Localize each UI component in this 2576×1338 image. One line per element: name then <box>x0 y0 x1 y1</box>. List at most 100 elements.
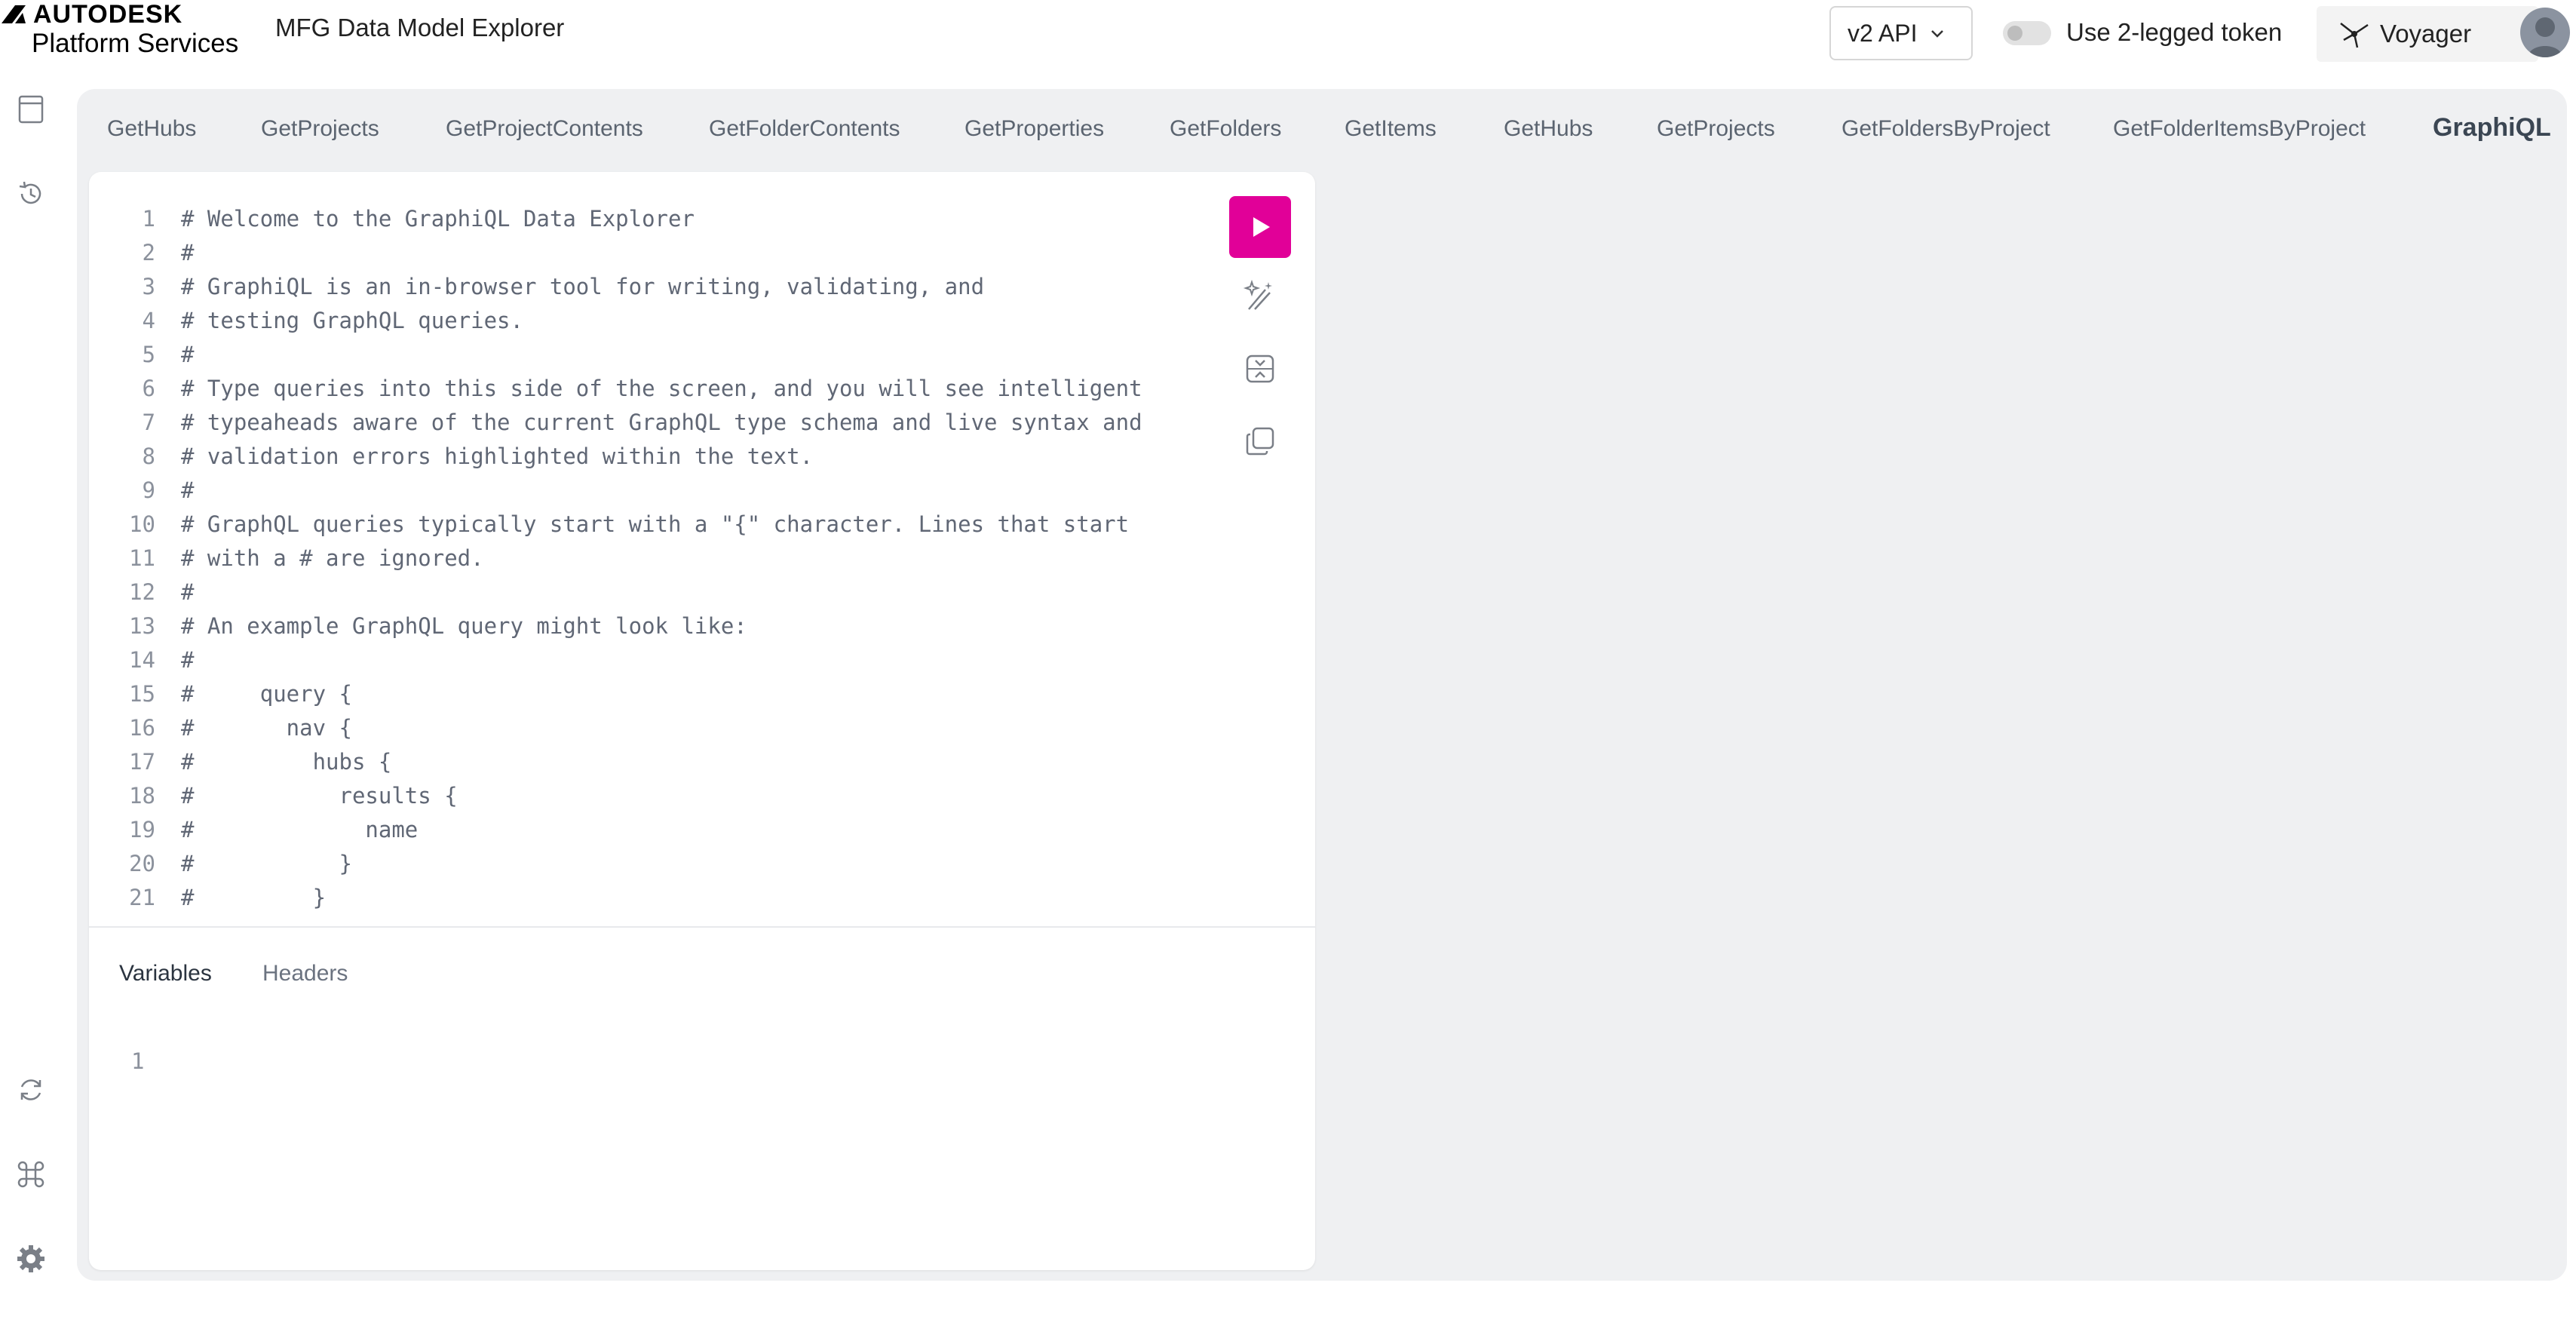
history-icon[interactable] <box>14 176 48 211</box>
query-editor[interactable]: 1 # Welcome to the GraphiQL Data Explorer… <box>110 202 1142 915</box>
code-line: 18 # results { <box>110 779 1142 813</box>
tab-gethubs-2[interactable]: GetHubs <box>1504 116 1593 142</box>
line-number: 6 <box>142 376 155 401</box>
variables-line-number: 1 <box>131 1048 145 1074</box>
tab-getfoldersbyproject[interactable]: GetFoldersByProject <box>1842 116 2050 142</box>
docs-icon[interactable] <box>14 92 48 127</box>
tab-getproperties[interactable]: GetProperties <box>964 116 1104 142</box>
code-text: # results { <box>181 783 458 809</box>
tab-getitems[interactable]: GetItems <box>1345 116 1437 142</box>
line-number: 21 <box>129 885 155 910</box>
code-line: 10 # GraphQL queries typically start with… <box>110 508 1142 542</box>
toggle-knob <box>2007 26 2022 41</box>
query-tabs: GetHubs GetProjects GetProjectContents G… <box>77 89 2567 173</box>
code-line: 17 # hubs { <box>110 745 1142 779</box>
line-number: 12 <box>129 579 155 605</box>
code-line: 11 # with a # are ignored. <box>110 542 1142 575</box>
code-line: 13 # An example GraphQL query might look … <box>110 609 1142 643</box>
code-text: # hubs { <box>181 749 392 775</box>
settings-icon[interactable] <box>14 1241 48 1276</box>
code-line: 1 # Welcome to the GraphiQL Data Explorer <box>110 202 1142 236</box>
line-number: 10 <box>129 511 155 537</box>
app-title: MFG Data Model Explorer <box>275 14 565 41</box>
top-header: AUTODESK Platform Services MFG Data Mode… <box>0 0 2576 83</box>
copy-icon[interactable] <box>1243 424 1277 459</box>
code-text: # typeaheads aware of the current GraphQ… <box>181 410 1142 435</box>
two-legged-token-label: Use 2-legged token <box>2066 18 2283 46</box>
tab-getfolderitemsbyproject[interactable]: GetFolderItemsByProject <box>2113 116 2366 142</box>
code-line: 8 # validation errors highlighted within … <box>110 440 1142 474</box>
command-icon[interactable] <box>14 1157 48 1192</box>
line-number: 1 <box>142 206 155 232</box>
code-line: 15 # query { <box>110 677 1142 711</box>
code-text: # <box>181 477 195 503</box>
code-text: # testing GraphQL queries. <box>181 308 523 333</box>
code-line: 20 # } <box>110 847 1142 881</box>
code-line: 14 # <box>110 643 1142 677</box>
autodesk-logo[interactable]: AUTODESK Platform Services <box>0 0 239 59</box>
line-number: 16 <box>129 715 155 741</box>
voyager-button[interactable]: Voyager <box>2317 6 2538 62</box>
code-line: 7 # typeaheads aware of the current Graph… <box>110 406 1142 440</box>
line-number: 8 <box>142 443 155 469</box>
code-text: # <box>181 647 195 673</box>
code-line: 12 # <box>110 575 1142 609</box>
tab-getfoldercontents[interactable]: GetFolderContents <box>709 116 900 142</box>
editor-divider <box>89 926 1315 928</box>
code-text: # <box>181 342 195 367</box>
query-editor-panel: 1 # Welcome to the GraphiQL Data Explorer… <box>89 172 1315 1270</box>
code-text: # } <box>181 885 327 910</box>
line-number: 19 <box>129 817 155 842</box>
voyager-label: Voyager <box>2380 20 2472 48</box>
user-avatar[interactable] <box>2520 8 2570 57</box>
code-text: # <box>181 240 195 265</box>
tab-getprojects-2[interactable]: GetProjects <box>1657 116 1775 142</box>
tab-getprojectcontents[interactable]: GetProjectContents <box>446 116 643 142</box>
tab-headers[interactable]: Headers <box>262 961 348 987</box>
line-number: 3 <box>142 274 155 299</box>
code-text: # An example GraphQL query might look li… <box>181 613 747 639</box>
line-number: 5 <box>142 342 155 367</box>
tab-variables[interactable]: Variables <box>119 961 212 987</box>
code-text: # <box>181 579 195 605</box>
code-text: # query { <box>181 681 352 707</box>
code-text: # validation errors highlighted within t… <box>181 443 814 469</box>
code-line: 4 # testing GraphQL queries. <box>110 304 1142 338</box>
run-button[interactable] <box>1229 196 1291 258</box>
line-number: 2 <box>142 240 155 265</box>
graphiql-logo: GraphiQL <box>2433 113 2551 142</box>
line-number: 4 <box>142 308 155 333</box>
code-line: 3 # GraphiQL is an in-browser tool for wr… <box>110 270 1142 304</box>
tab-gethubs[interactable]: GetHubs <box>107 116 196 142</box>
code-text: # GraphiQL is an in-browser tool for wri… <box>181 274 985 299</box>
refresh-icon[interactable] <box>14 1073 48 1107</box>
code-text: # } <box>181 851 352 876</box>
play-icon <box>1253 217 1270 237</box>
merge-fragments-icon[interactable] <box>1243 351 1277 386</box>
code-text: # name <box>181 817 419 842</box>
code-line: 2 # <box>110 236 1142 270</box>
voyager-icon <box>2340 23 2369 48</box>
line-number: 13 <box>129 613 155 639</box>
prettify-icon[interactable] <box>1243 279 1277 314</box>
code-line: 19 # name <box>110 813 1142 847</box>
tab-getprojects[interactable]: GetProjects <box>261 116 379 142</box>
tab-getfolders[interactable]: GetFolders <box>1170 116 1281 142</box>
api-select-value: v2 API <box>1848 19 1918 47</box>
code-text: # GraphQL queries typically start with a… <box>181 511 1130 537</box>
user-icon <box>2528 17 2562 57</box>
code-line: 6 # Type queries into this side of the sc… <box>110 372 1142 406</box>
code-line: 21 # } <box>110 881 1142 915</box>
line-number: 7 <box>142 410 155 435</box>
code-text: # nav { <box>181 715 352 741</box>
code-line: 5 # <box>110 338 1142 372</box>
code-line: 9 # <box>110 474 1142 508</box>
line-number: 18 <box>129 783 155 809</box>
code-text: # with a # are ignored. <box>181 545 484 571</box>
chevron-down-icon <box>1930 30 1943 38</box>
line-number: 11 <box>129 545 155 571</box>
api-version-select[interactable]: v2 API <box>1829 6 1973 60</box>
brand-line2: Platform Services <box>32 29 239 58</box>
two-legged-token-toggle[interactable] <box>2003 21 2051 45</box>
line-number: 20 <box>129 851 155 876</box>
